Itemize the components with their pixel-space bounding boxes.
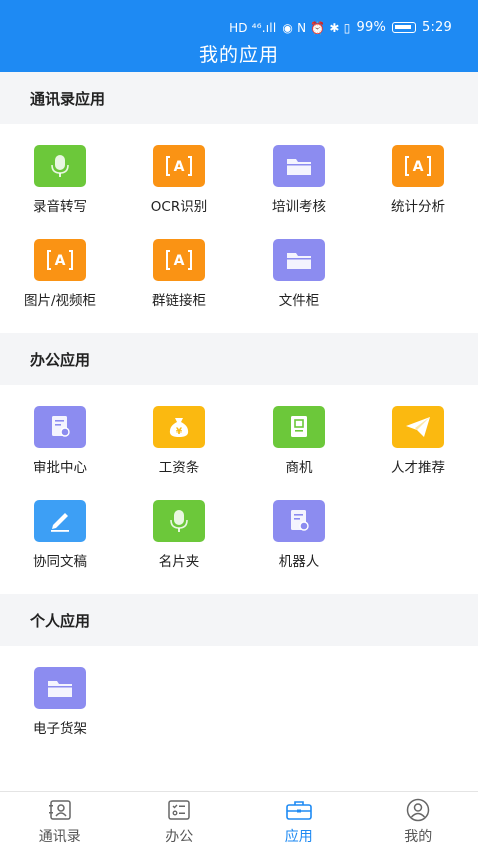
section-title: 办公应用: [30, 349, 90, 370]
text-recognition-icon: A: [392, 145, 444, 187]
folder-icon: [34, 667, 86, 709]
app-robot[interactable]: 机器人: [244, 500, 354, 570]
app-training-assessment[interactable]: 培训考核: [244, 145, 354, 215]
app-payslip[interactable]: ¥ 工资条: [124, 406, 234, 476]
tab-label: 通讯录: [0, 826, 120, 846]
section-title: 个人应用: [30, 610, 90, 631]
app-file-cabinet[interactable]: 文件柜: [244, 239, 354, 309]
page-title: 我的应用: [0, 40, 478, 67]
text-recognition-icon: A: [153, 145, 205, 187]
approval-document-icon: [34, 406, 86, 448]
clock: 5:29: [422, 20, 452, 35]
microphone-icon: [34, 145, 86, 187]
text-recognition-icon: A: [153, 239, 205, 281]
system-status-icons: ◉ N ⏰ ✱ ▯: [282, 21, 350, 35]
app-recording-transcription[interactable]: 录音转写: [5, 145, 115, 215]
app-label: 图片/视频柜: [5, 289, 115, 309]
office-icon: [120, 798, 240, 822]
app-label: 协同文稿: [5, 550, 115, 570]
microphone-icon: [153, 500, 205, 542]
svg-text:A: A: [413, 159, 424, 175]
app-electronic-shelf[interactable]: 电子货架: [5, 667, 115, 737]
network-signal-icon: HD ⁴⁶.ıll: [229, 21, 276, 35]
app-talent-recommendation[interactable]: 人才推荐: [363, 406, 473, 476]
app-label: 文件柜: [244, 289, 354, 309]
tab-label: 我的: [359, 826, 478, 846]
bottom-tab-bar: 通讯录 办公 应用 我的: [0, 791, 478, 851]
svg-text:A: A: [174, 159, 185, 175]
app-label: 名片夹: [124, 550, 234, 570]
app-label: 培训考核: [244, 195, 354, 215]
app-header: HD ⁴⁶.ıll ◉ N ⏰ ✱ ▯ 99% 5:29 我的应用: [0, 0, 478, 72]
app-business-card-holder[interactable]: 名片夹: [124, 500, 234, 570]
app-approval-center[interactable]: 审批中心: [5, 406, 115, 476]
paper-plane-icon: [392, 406, 444, 448]
svg-text:A: A: [174, 253, 185, 269]
tab-contacts[interactable]: 通讯录: [0, 792, 120, 851]
money-bag-icon: ¥: [153, 406, 205, 448]
tab-profile[interactable]: 我的: [359, 792, 478, 851]
text-recognition-icon: A: [34, 239, 86, 281]
app-label: 群链接柜: [124, 289, 234, 309]
app-label: 电子货架: [5, 717, 115, 737]
app-ocr-recognition[interactable]: A OCR识别: [124, 145, 234, 215]
app-label: 商机: [244, 456, 354, 476]
app-label: 机器人: [244, 550, 354, 570]
tab-label: 办公: [120, 826, 240, 846]
folder-icon: [273, 145, 325, 187]
approval-document-icon: [273, 500, 325, 542]
svg-text:¥: ¥: [176, 427, 183, 437]
app-label: 录音转写: [5, 195, 115, 215]
app-label: OCR识别: [124, 195, 234, 215]
app-label: 工资条: [124, 456, 234, 476]
battery-icon: [392, 22, 416, 33]
tab-label: 应用: [239, 826, 359, 846]
app-collaborative-docs[interactable]: 协同文稿: [5, 500, 115, 570]
tab-office[interactable]: 办公: [120, 792, 240, 851]
profile-icon: [359, 798, 478, 822]
svg-text:A: A: [55, 253, 66, 269]
section-header-contacts-apps: 通讯录应用: [0, 72, 478, 124]
app-business-opportunity[interactable]: 商机: [244, 406, 354, 476]
app-group-link-cabinet[interactable]: A 群链接柜: [124, 239, 234, 309]
briefcase-icon: [239, 798, 359, 822]
battery-level: 99%: [357, 20, 387, 35]
section-title: 通讯录应用: [30, 88, 105, 109]
tab-applications[interactable]: 应用: [239, 792, 359, 851]
app-label: 统计分析: [363, 195, 473, 215]
contacts-icon: [0, 798, 120, 822]
app-image-video-cabinet[interactable]: A 图片/视频柜: [5, 239, 115, 309]
folder-icon: [273, 239, 325, 281]
app-label: 审批中心: [5, 456, 115, 476]
business-card-icon: [273, 406, 325, 448]
section-header-office-apps: 办公应用: [0, 333, 478, 385]
app-statistical-analysis[interactable]: A 统计分析: [363, 145, 473, 215]
section-header-personal-apps: 个人应用: [0, 594, 478, 646]
app-label: 人才推荐: [363, 456, 473, 476]
edit-pen-icon: [34, 500, 86, 542]
status-bar: HD ⁴⁶.ıll ◉ N ⏰ ✱ ▯ 99% 5:29: [229, 20, 452, 35]
